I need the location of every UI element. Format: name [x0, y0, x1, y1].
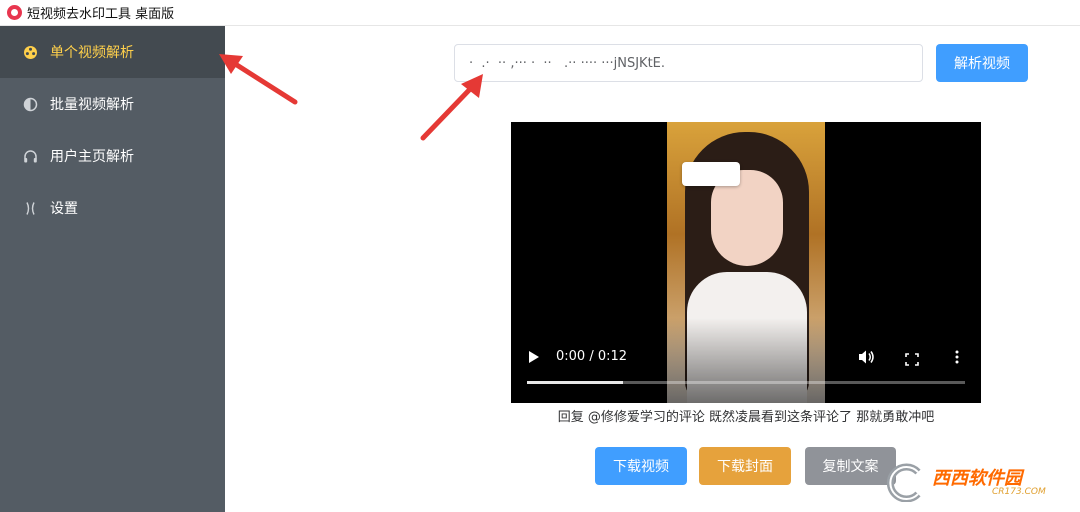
watermark-logo-icon: [886, 463, 921, 502]
film-reel-icon: [23, 45, 38, 60]
more-options-icon[interactable]: [954, 349, 960, 365]
video-caption: 回复 @修修爱学习的评论 既然凌晨看到这条评论了 那就勇敢冲吧: [557, 410, 935, 425]
sidebar-item-label: 用户主页解析: [50, 149, 134, 165]
parse-video-button[interactable]: 解析视频: [936, 44, 1028, 82]
download-cover-button[interactable]: 下载封面: [699, 447, 791, 485]
site-watermark: 西西软件园 CR173.COM: [880, 462, 1062, 502]
comment-sticker: [682, 162, 740, 186]
sidebar-item-single-video[interactable]: 单个视频解析: [0, 26, 225, 78]
brackets-icon: [23, 201, 38, 216]
app-logo-icon: [7, 5, 22, 20]
title-bar: 短视频去水印工具 桌面版: [0, 0, 1080, 26]
sidebar-menu: 单个视频解析 批量视频解析 用户主页解析 设置: [0, 26, 225, 512]
volume-icon[interactable]: [858, 349, 876, 365]
sidebar-item-batch-video[interactable]: 批量视频解析: [0, 78, 225, 130]
headphones-icon: [23, 149, 38, 164]
fullscreen-icon[interactable]: [905, 351, 919, 366]
watermark-domain: CR173.COM: [992, 487, 1046, 497]
annotation-arrow-sidebar: [219, 54, 298, 105]
sidebar-item-label: 单个视频解析: [50, 45, 134, 61]
video-progress-bar[interactable]: [527, 381, 965, 384]
video-time: 0:00 / 0:12: [556, 349, 628, 364]
video-url-input[interactable]: [454, 44, 923, 82]
video-progress-fill: [527, 381, 624, 384]
sidebar-item-label: 设置: [50, 201, 78, 217]
half-circle-icon: [23, 97, 38, 112]
play-icon[interactable]: [529, 351, 539, 363]
video-player[interactable]: 0:00 / 0:12: [511, 122, 981, 403]
sidebar-item-label: 批量视频解析: [50, 97, 134, 113]
download-video-button[interactable]: 下载视频: [595, 447, 687, 485]
window-title: 短视频去水印工具 桌面版: [27, 7, 175, 22]
sidebar-item-settings[interactable]: 设置: [0, 182, 225, 234]
sidebar-item-user-homepage[interactable]: 用户主页解析: [0, 130, 225, 182]
